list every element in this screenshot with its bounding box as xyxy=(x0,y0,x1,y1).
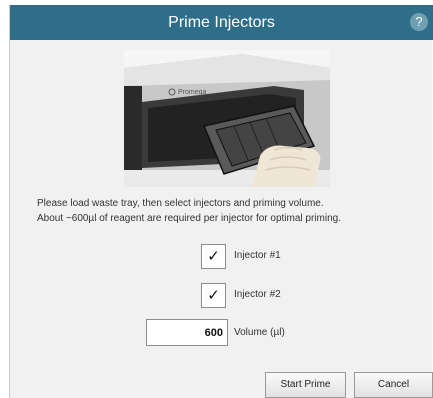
injector-2-checkbox[interactable]: ✓ xyxy=(201,283,226,308)
prime-injectors-dialog: Prime Injectors ? Promega Please load wa… xyxy=(9,5,433,398)
start-prime-button[interactable]: Start Prime xyxy=(265,372,346,398)
instructions-line-1: Please load waste tray, then select inje… xyxy=(37,198,324,209)
injector-2-label: Injector #2 xyxy=(234,289,281,300)
brand-logo: Promega xyxy=(178,89,207,96)
injector-1-label: Injector #1 xyxy=(234,250,281,261)
dialog-title: Prime Injectors xyxy=(168,14,275,31)
cancel-button[interactable]: Cancel xyxy=(354,372,433,398)
dialog-titlebar: Prime Injectors ? xyxy=(10,5,433,40)
instrument-photo: Promega xyxy=(124,50,330,187)
volume-label: Volume (µl) xyxy=(234,327,285,338)
instructions-line-2: About ~600µl of reagent are required per… xyxy=(37,213,341,224)
help-icon[interactable]: ? xyxy=(410,13,428,31)
injector-1-checkbox[interactable]: ✓ xyxy=(201,244,226,269)
volume-input[interactable] xyxy=(146,319,228,346)
instructions-text: Please load waste tray, then select inje… xyxy=(37,196,427,226)
